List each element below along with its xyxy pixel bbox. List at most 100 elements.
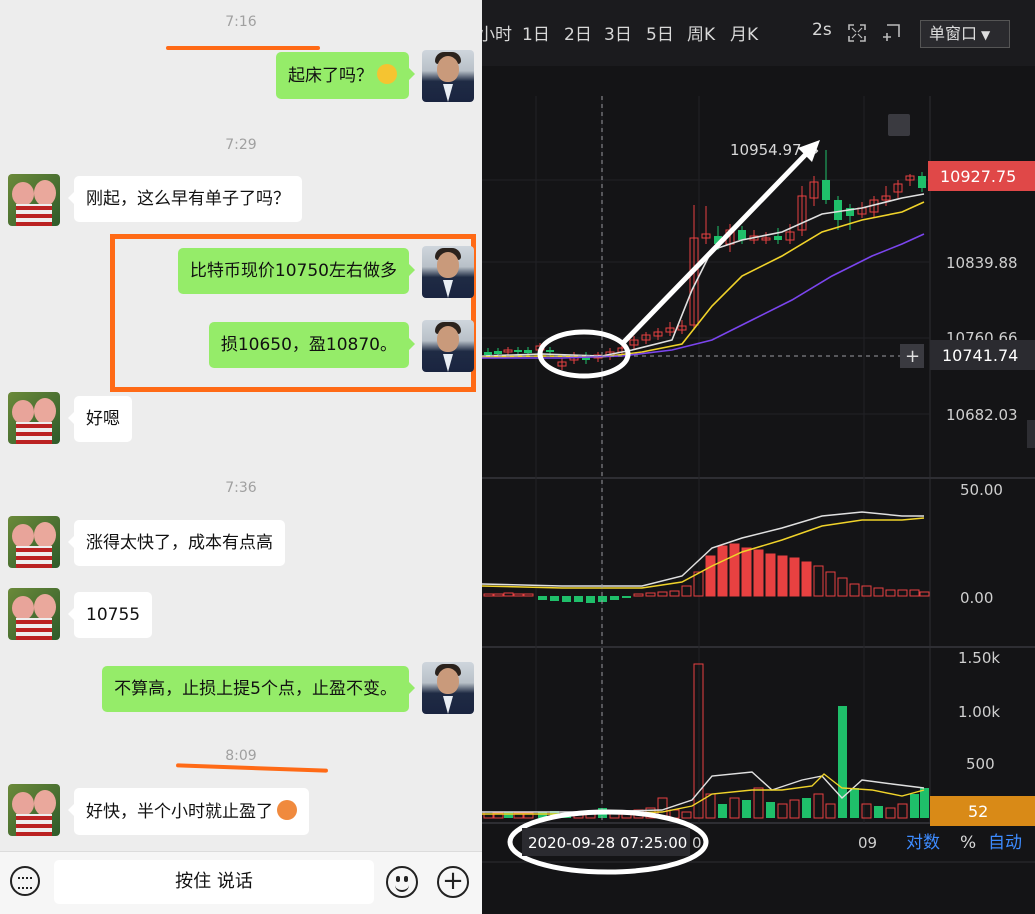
chat-input-bar: 按住 说话 + <box>0 851 482 914</box>
message-text: 起床了吗？ <box>288 66 373 86</box>
thinking-emoji-icon <box>377 64 397 84</box>
toolbar-gap <box>482 66 1035 96</box>
side-panel-handle <box>1027 420 1035 448</box>
chat-message-received[interactable]: 好快，半个小时就止盈了 <box>68 788 309 835</box>
volume-bar <box>885 807 896 819</box>
x-axis-label: 09 <box>858 834 877 852</box>
annotation-underline <box>166 46 320 50</box>
macd-bar <box>885 589 896 597</box>
macd-bar <box>550 596 559 601</box>
contact-avatar[interactable] <box>8 588 60 640</box>
chat-message-sent[interactable]: 起床了吗？ <box>276 52 415 99</box>
macd-bar <box>657 591 668 597</box>
volume-bar <box>920 788 929 818</box>
candle-body-down <box>514 350 522 352</box>
volume-axis-label: 1.50k <box>958 649 1000 667</box>
volume-bar <box>483 811 494 819</box>
my-avatar[interactable] <box>422 246 474 298</box>
macd-bar <box>717 545 728 597</box>
chat-message-received[interactable]: 涨得太快了，成本有点高 <box>68 520 285 566</box>
message-text: 不算高，止损上提5个点，止盈不变。 <box>114 679 397 699</box>
chat-message-received[interactable]: 刚起，这么早有单子了吗？ <box>68 176 302 222</box>
macd-axis-label: 50.00 <box>960 481 1003 499</box>
macd-bar <box>873 587 884 597</box>
chat-timestamp: 7:16 <box>225 14 257 30</box>
volume-bar <box>825 803 836 819</box>
more-options-icon[interactable]: + <box>437 866 469 898</box>
auto-scale-toggle: 自动 <box>988 833 1022 853</box>
volume-bar <box>742 800 751 818</box>
keyboard-toggle-icon[interactable] <box>10 866 40 896</box>
volume-bar <box>850 788 859 818</box>
chat-panel: 7:16 起床了吗？ 7:29 刚起，这么早有单子了吗？ 比特币现价10750左… <box>0 0 482 914</box>
chat-timestamp: 7:29 <box>225 137 257 153</box>
macd-bar <box>513 593 524 597</box>
volume-bar <box>766 802 775 818</box>
sweat-emoji-icon <box>277 800 297 820</box>
chat-message-sent[interactable]: 不算高，止损上提5个点，止盈不变。 <box>102 666 415 712</box>
macd-bar <box>729 543 740 597</box>
macd-bar <box>897 589 908 597</box>
macd-bar <box>645 592 656 597</box>
chat-message-sent[interactable]: 损10650，盈10870。 <box>208 322 416 368</box>
x-axis-label: 0 <box>692 834 702 852</box>
volume-bar <box>777 803 788 819</box>
volume-current: 52 <box>968 802 988 821</box>
my-avatar[interactable] <box>422 662 474 714</box>
emoji-picker-icon[interactable] <box>386 866 418 898</box>
macd-bar <box>610 596 619 600</box>
volume-bar <box>910 794 919 818</box>
contact-avatar[interactable] <box>8 516 60 568</box>
volume-axis-label: 500 <box>966 755 995 773</box>
my-avatar[interactable] <box>422 50 474 102</box>
ma-line-mid <box>482 201 925 358</box>
macd-panel <box>482 511 930 603</box>
volume-panel <box>482 663 929 819</box>
contact-avatar[interactable] <box>8 784 60 836</box>
contact-avatar[interactable] <box>8 392 60 444</box>
volume-bar <box>504 812 513 818</box>
macd-bar <box>919 591 930 597</box>
chat-message-received[interactable]: 好嗯 <box>68 396 132 442</box>
hold-to-talk-button[interactable]: 按住 说话 <box>54 860 374 904</box>
kline-chart-panel: 小时 1日 2日 3日 5日 周K 月K 2s 单窗口 ▼ 10839.88 107… <box>482 0 1035 914</box>
macd-bar <box>789 557 800 597</box>
crosshair-time: 2020-09-28 07:25:00 <box>528 834 687 852</box>
message-text: 损10650，盈10870。 <box>220 335 397 355</box>
macd-bar <box>523 593 534 597</box>
macd-bar <box>681 585 692 597</box>
macd-bar <box>909 589 920 597</box>
macd-bar <box>777 555 788 597</box>
candle-body-down <box>494 351 502 354</box>
macd-bar <box>741 547 752 597</box>
macd-bar <box>801 561 812 597</box>
candle-body-down <box>524 350 532 353</box>
message-text: 好嗯 <box>86 409 120 429</box>
volume-axis-label: 1.00k <box>958 703 1000 721</box>
volume-bar <box>729 797 740 819</box>
message-text: 涨得太快了，成本有点高 <box>86 533 273 553</box>
panel-maximize-icon <box>888 114 910 136</box>
current-price: 10927.75 <box>940 167 1016 186</box>
volume-bar <box>718 804 727 818</box>
macd-bar <box>753 549 764 597</box>
macd-bar <box>705 555 716 597</box>
chart-canvas[interactable]: 10839.8810760.6610682.0350.000.001.50k1.… <box>482 0 1035 914</box>
macd-bar <box>633 593 644 597</box>
candle-body-down <box>822 180 830 200</box>
contact-avatar[interactable] <box>8 174 60 226</box>
macd-bar <box>669 590 680 597</box>
peak-price-label: 10954.97 <box>730 141 802 159</box>
macd-bar <box>483 593 494 597</box>
crosshair-plus-icon: + <box>905 346 920 367</box>
volume-bar <box>874 806 883 818</box>
macd-bar <box>586 596 595 603</box>
volume-bar <box>802 798 811 818</box>
chat-message-received[interactable]: 10755 <box>67 592 153 638</box>
volume-bar <box>789 799 800 819</box>
chat-message-sent[interactable]: 比特币现价10750左右做多 <box>177 248 416 294</box>
annotation-underline <box>175 763 329 773</box>
volume-bar <box>897 803 908 819</box>
candle-body-down <box>484 352 492 355</box>
my-avatar[interactable] <box>422 320 474 372</box>
